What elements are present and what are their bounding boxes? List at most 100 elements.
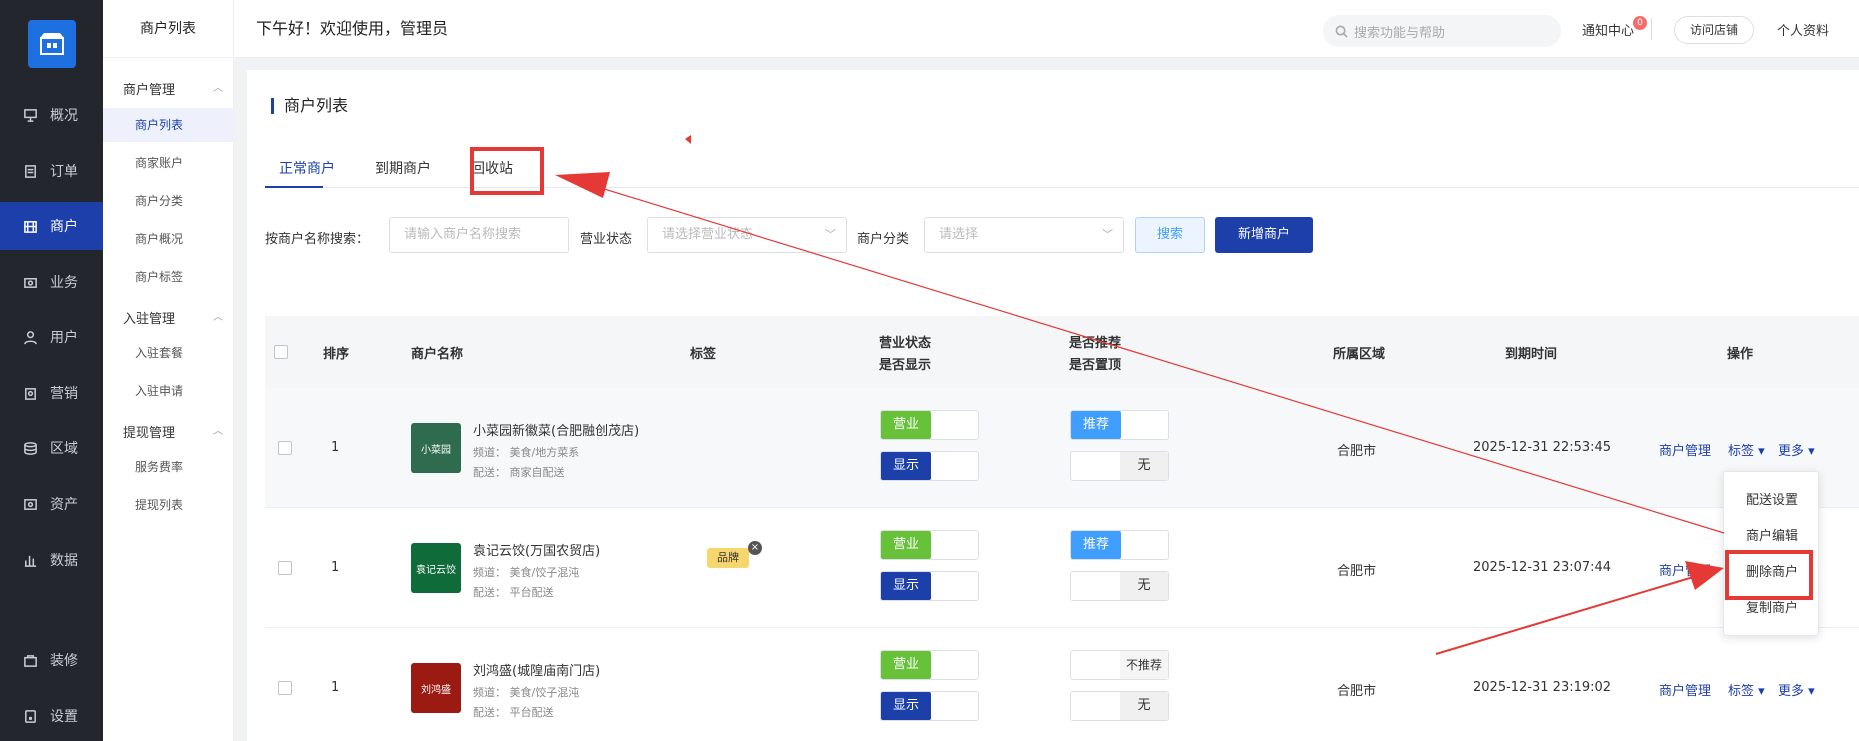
toggle-off-label: 无 — [1120, 452, 1168, 480]
select-all-checkbox[interactable] — [274, 345, 288, 359]
row-checkbox[interactable] — [278, 681, 292, 695]
global-search-input[interactable]: 搜索功能与帮助 — [1323, 15, 1561, 47]
open-status-toggle[interactable]: 营业 — [880, 650, 979, 680]
tag-dropdown[interactable]: 标签 ▾ — [1728, 440, 1765, 459]
merchant-thumbnail: 小菜园 — [411, 423, 461, 473]
subnav-item-merchant-tags[interactable]: 商户标签 — [103, 260, 234, 294]
page-title: 商户列表 — [271, 98, 348, 114]
nav-overview[interactable]: 概况 — [0, 91, 103, 139]
toggle-on-label: 推荐 — [1071, 411, 1121, 439]
row-expire: 2025-12-31 22:53:45 — [1473, 440, 1612, 455]
briefcase-icon — [22, 274, 38, 290]
col-pin: 是否置顶 — [1069, 358, 1122, 373]
nav-orders[interactable]: 订单 — [0, 147, 103, 195]
more-dropdown[interactable]: 更多 ▾ — [1778, 440, 1815, 459]
nav-marketing[interactable]: 营销 — [0, 369, 103, 417]
group-onboarding[interactable]: 入驻管理 ︿ — [123, 308, 223, 327]
merchant-delivery: 配送： 商家自配送 — [473, 466, 565, 479]
app-logo[interactable] — [28, 20, 76, 68]
row-checkbox[interactable] — [278, 561, 292, 575]
category-select[interactable]: 请选择 ﹀ — [924, 217, 1124, 253]
recommend-toggle[interactable]: 不推荐 — [1070, 650, 1169, 680]
nav-assets[interactable]: 资产 — [0, 480, 103, 528]
recommend-toggle[interactable]: 推荐 — [1070, 410, 1169, 440]
subnav-item-withdraw-list[interactable]: 提现列表 — [103, 488, 234, 522]
merchant-manage-link[interactable]: 商户管理 — [1659, 440, 1711, 459]
nav-merchants[interactable]: 商户 — [0, 202, 103, 250]
notification-badge: 0 — [1633, 16, 1647, 30]
brand-tag: 品牌 — [707, 548, 749, 568]
pin-toggle[interactable]: 无 — [1070, 691, 1169, 721]
decor-icon — [22, 652, 38, 668]
wallet-icon — [22, 496, 38, 512]
nav-label: 设置 — [50, 709, 78, 725]
caret-down-icon: ▾ — [1808, 444, 1815, 459]
tag-label: 标签 — [1728, 684, 1755, 699]
row-checkbox[interactable] — [278, 441, 292, 455]
subnav-item-merchant-overview[interactable]: 商户概况 — [103, 222, 234, 256]
open-status-toggle[interactable]: 营业 — [880, 410, 979, 440]
visible-toggle[interactable]: 显示 — [880, 451, 979, 481]
table-row: 1 刘鸿盛 刘鸿盛(城隍庙南门店) 频道： 美食/饺子混沌 配送： 平台配送 营… — [265, 628, 1859, 741]
subnav-item-packages[interactable]: 入驻套餐 — [103, 336, 234, 370]
status-select[interactable]: 请选择营业状态 ﹀ — [647, 217, 847, 253]
table-header: 排序 商户名称 标签 营业状态 是否显示 是否推荐 是否置顶 所属区域 到期时间… — [265, 316, 1859, 388]
open-status-toggle[interactable]: 营业 — [880, 530, 979, 560]
tag-dropdown[interactable]: 标签 ▾ — [1728, 680, 1765, 699]
layers-icon — [22, 440, 38, 456]
col-status: 营业状态 — [879, 336, 932, 351]
nav-decor[interactable]: 装修 — [0, 636, 103, 684]
more-dropdown[interactable]: 更多 ▾ — [1778, 680, 1815, 699]
nav-business[interactable]: 业务 — [0, 258, 103, 306]
tab-normal-merchants[interactable]: 正常商户 — [279, 158, 335, 178]
notification-center-link[interactable]: 通知中心 — [1582, 20, 1634, 39]
merchant-name: 刘鸿盛(城隍庙南门店) — [473, 664, 601, 679]
pin-toggle[interactable]: 无 — [1070, 571, 1169, 601]
merchant-manage-link[interactable]: 商户管理 — [1659, 560, 1711, 579]
nav-label: 业务 — [50, 275, 78, 291]
menu-delivery-settings[interactable]: 配送设置 — [1724, 483, 1820, 519]
toggle-on-label: 营业 — [881, 651, 931, 679]
annotation-box-delete — [1725, 550, 1813, 600]
group-withdrawal[interactable]: 提现管理 ︿ — [123, 422, 223, 441]
subnav-item-service-rate[interactable]: 服务费率 — [103, 450, 234, 484]
nav-data[interactable]: 数据 — [0, 536, 103, 584]
nav-settings[interactable]: 设置 — [0, 692, 103, 740]
nav-regions[interactable]: 区域 — [0, 424, 103, 472]
row-expire: 2025-12-31 23:19:02 — [1473, 680, 1612, 695]
pin-toggle[interactable]: 无 — [1070, 451, 1169, 481]
subnav-item-merchant-accounts[interactable]: 商家账户 — [103, 146, 234, 180]
col-name: 商户名称 — [411, 347, 464, 362]
name-search-label: 按商户名称搜索： — [265, 232, 370, 247]
profile-link[interactable]: 个人资料 — [1777, 20, 1829, 39]
nav-users[interactable]: 用户 — [0, 313, 103, 361]
user-icon — [22, 329, 38, 345]
visible-toggle[interactable]: 显示 — [880, 691, 979, 721]
search-button[interactable]: 搜索 — [1135, 217, 1205, 253]
merchant-delivery: 配送： 平台配送 — [473, 706, 554, 719]
store-logo-icon — [40, 33, 64, 55]
visit-store-button[interactable]: 访问店铺 — [1674, 16, 1754, 44]
nav-label: 用户 — [50, 330, 78, 346]
header-divider — [1651, 18, 1652, 40]
remove-tag-icon[interactable]: × — [748, 541, 762, 555]
merchant-delivery: 配送： 平台配送 — [473, 586, 554, 599]
recommend-toggle[interactable]: 推荐 — [1070, 530, 1169, 560]
visible-toggle[interactable]: 显示 — [880, 571, 979, 601]
status-placeholder: 请选择营业状态 — [662, 227, 754, 242]
group-merchant-mgmt[interactable]: 商户管理 ︿ — [123, 79, 223, 98]
bar-chart-icon — [22, 552, 38, 568]
subnav-item-applications[interactable]: 入驻申请 — [103, 374, 234, 408]
tab-expired-merchants[interactable]: 到期商户 — [375, 158, 431, 178]
merchant-channel: 频道： 美食/饺子混沌 — [473, 566, 580, 579]
merchant-manage-link[interactable]: 商户管理 — [1659, 680, 1711, 699]
add-merchant-button[interactable]: 新增商户 — [1215, 217, 1313, 253]
chevron-down-icon: ﹀ — [825, 228, 836, 241]
row-sort: 1 — [331, 560, 340, 575]
subnav-item-merchant-categories[interactable]: 商户分类 — [103, 184, 234, 218]
subnav-item-merchant-list[interactable]: 商户列表 — [103, 108, 234, 142]
settings-icon — [22, 708, 38, 724]
merchant-name-input[interactable]: 请输入商户名称搜索 — [389, 217, 569, 253]
row-region: 合肥市 — [1337, 684, 1377, 699]
toggle-on-label: 显示 — [881, 692, 931, 720]
